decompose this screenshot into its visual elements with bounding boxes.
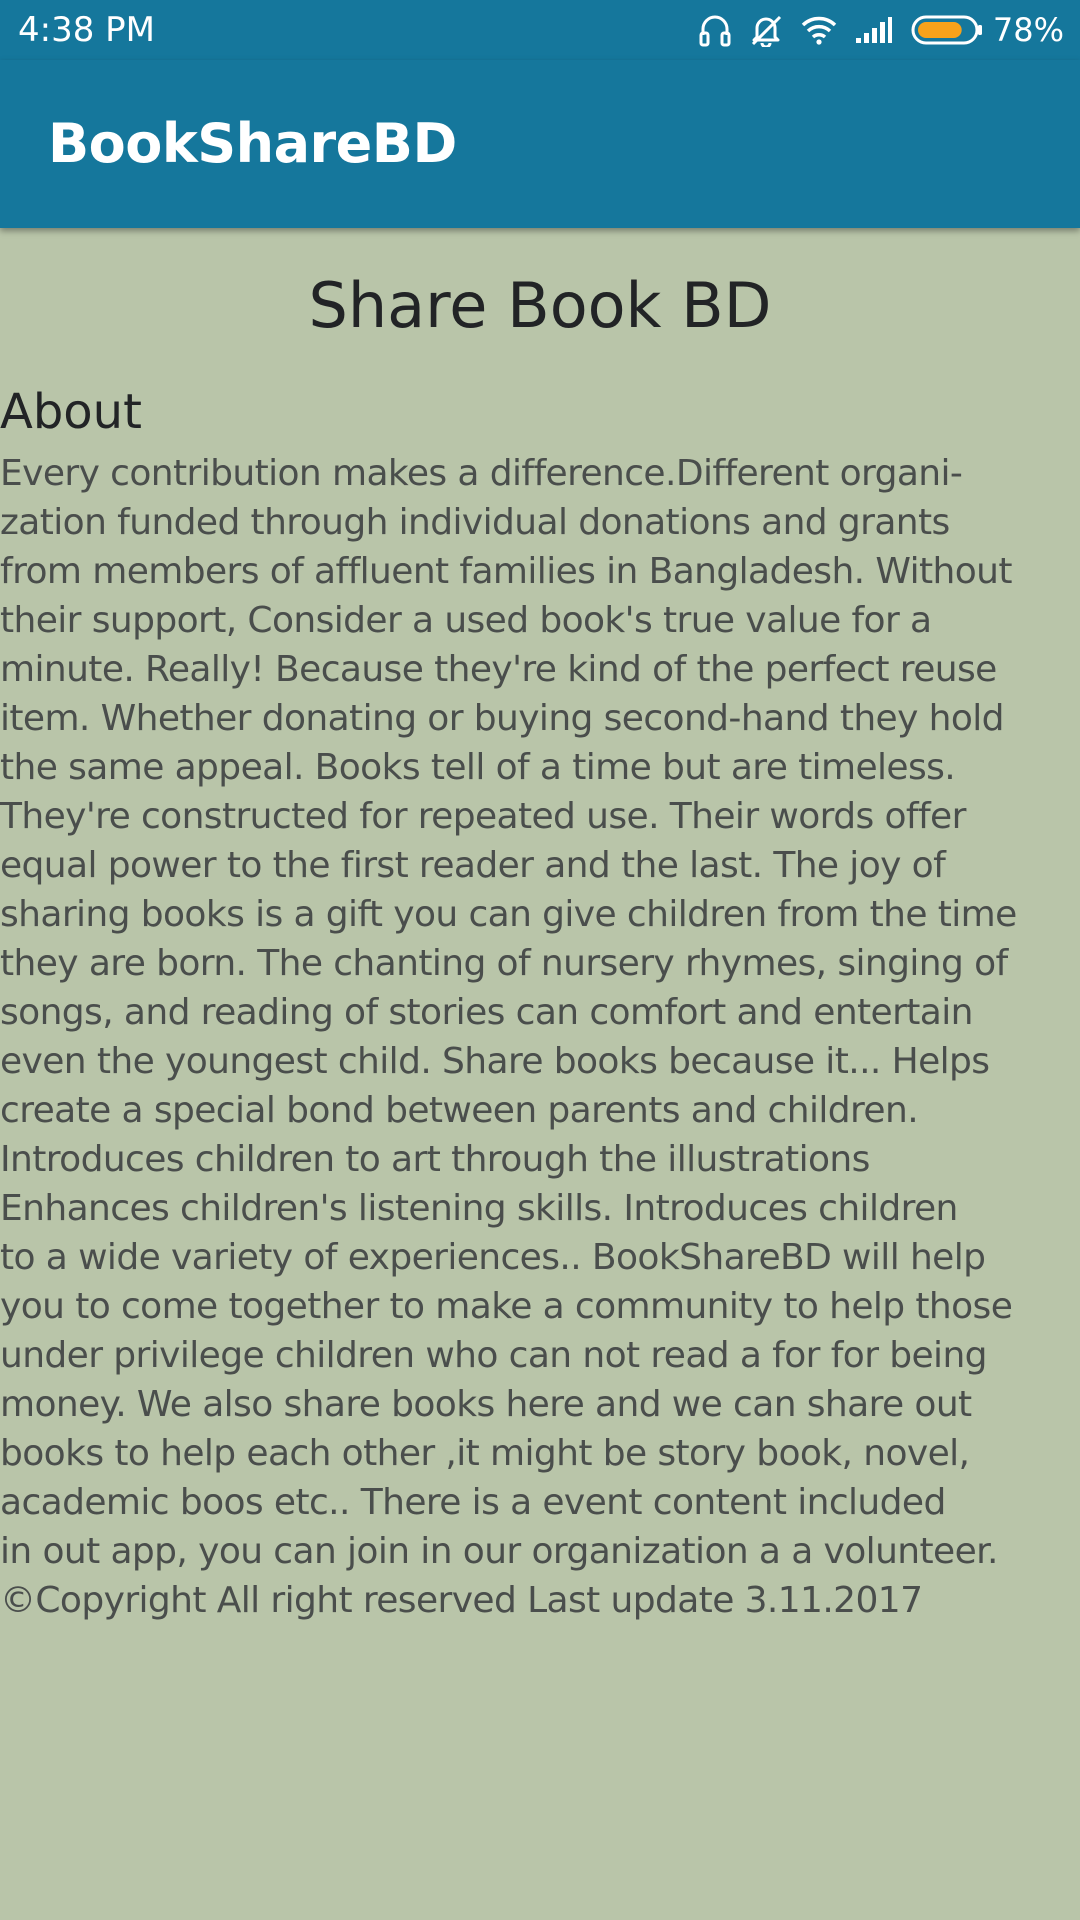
signal-icon bbox=[855, 16, 893, 44]
battery-icon bbox=[911, 14, 983, 46]
wifi-icon bbox=[801, 15, 837, 45]
about-body-text: Every contribution makes a difference.Di… bbox=[0, 453, 1017, 1621]
status-time: 4:38 PM bbox=[18, 10, 155, 50]
headphones-icon bbox=[699, 13, 731, 47]
status-bar: 4:38 PM 78% bbox=[0, 0, 1080, 60]
status-icons: 78% bbox=[699, 8, 1064, 52]
about-title: About bbox=[0, 384, 142, 440]
app-title: BookShareBD bbox=[48, 112, 457, 175]
alarm-muted-icon bbox=[749, 13, 783, 47]
page-heading: Share Book BD bbox=[308, 269, 772, 342]
battery-percent: 78% bbox=[992, 11, 1064, 49]
app-bar: BookShareBD bbox=[0, 60, 1080, 228]
